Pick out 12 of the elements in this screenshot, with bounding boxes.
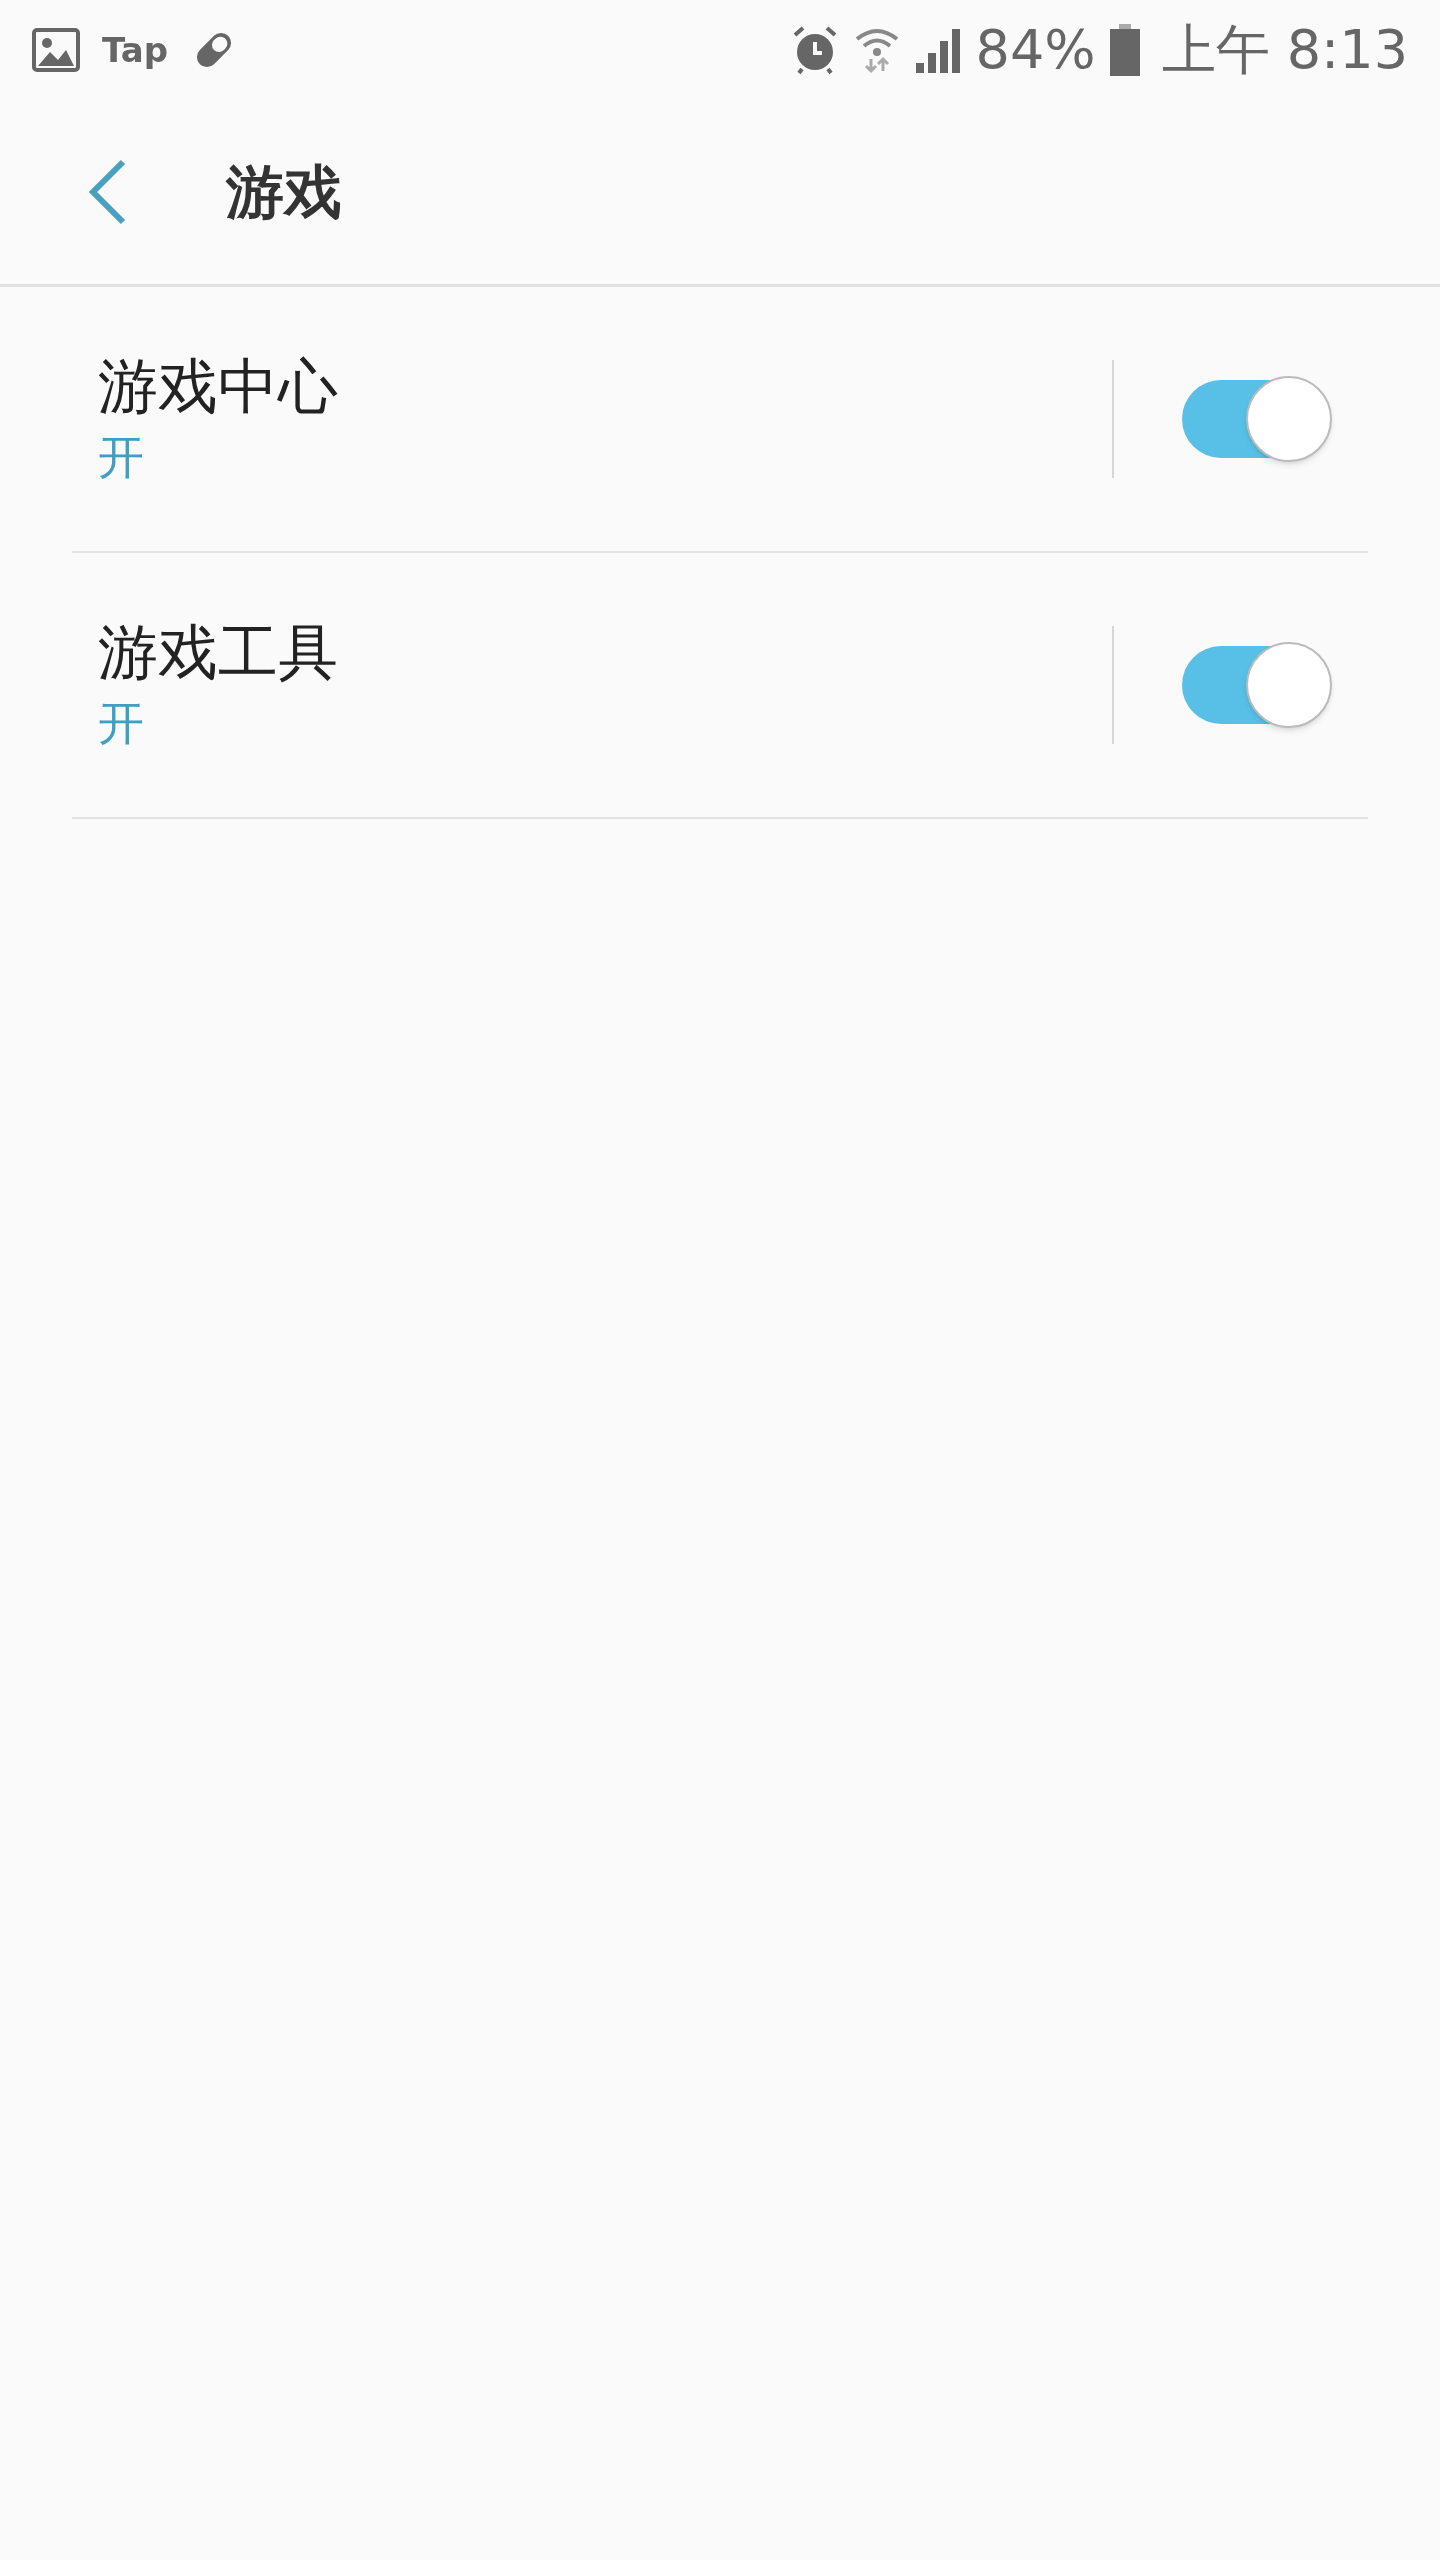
setting-status: 开 [98, 429, 145, 487]
battery-icon [1109, 24, 1140, 76]
setting-title: 游戏工具 [98, 616, 339, 689]
notification-label: Tap [102, 28, 169, 72]
image-icon [32, 28, 80, 72]
clock-time: 上午 8:13 [1161, 23, 1408, 77]
toggle-switch[interactable] [1182, 642, 1332, 728]
toggle-switch[interactable] [1182, 376, 1332, 462]
battery-percentage: 84% [975, 23, 1096, 77]
setting-status: 开 [98, 695, 145, 753]
page-title: 游戏 [226, 156, 342, 228]
setting-title: 游戏中心 [98, 350, 339, 423]
